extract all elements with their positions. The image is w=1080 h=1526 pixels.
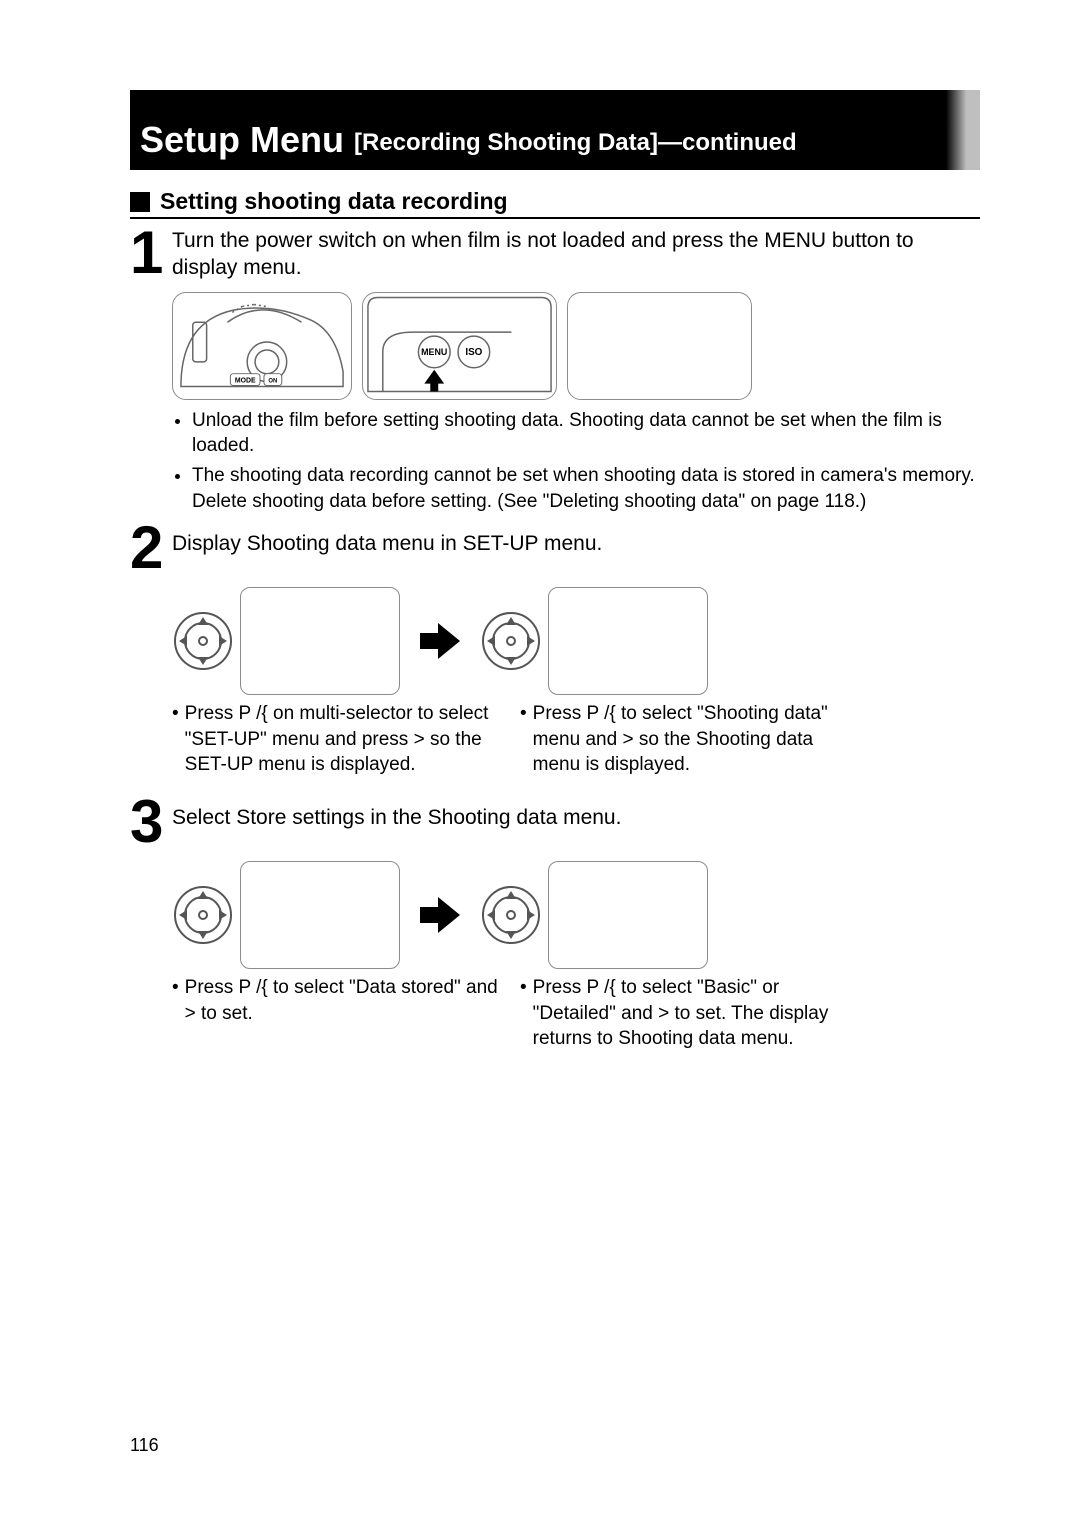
step-3-figure-row xyxy=(172,861,980,969)
step-1: 1 Turn the power switch on when film is … xyxy=(130,227,980,282)
step-2: 2 Display Shooting data menu in SET-UP m… xyxy=(130,522,980,573)
step-1-text: Turn the power switch on when film is no… xyxy=(172,227,980,282)
arrow-right-icon xyxy=(420,621,460,661)
step-1-note-2: The shooting data recording cannot be se… xyxy=(192,463,980,514)
step-2-figure-row xyxy=(172,587,980,695)
step-2-caption-right: Press P /{ to select "Shooting data" men… xyxy=(520,701,850,778)
step-2-text: Display Shooting data menu in SET-UP men… xyxy=(172,522,602,557)
step-3-caption-right-text: Press P /{ to select "Basic" or "Detaile… xyxy=(533,975,850,1052)
step-2-number: 2 xyxy=(130,522,172,573)
multi-selector-icon xyxy=(480,884,542,946)
title-main: Setup Menu xyxy=(140,122,344,158)
step-3-captions: Press P /{ to select "Data stored" and >… xyxy=(172,975,980,1052)
page-number: 116 xyxy=(130,1435,159,1456)
menu-button-label: MENU xyxy=(421,347,447,357)
on-label: ON xyxy=(268,378,277,384)
section-heading: Setting shooting data recording xyxy=(130,188,980,215)
step-2-caption-left-text: Press P /{ on multi-selector to select "… xyxy=(185,701,502,778)
square-bullet-icon xyxy=(130,192,150,212)
figure-lcd-basic-detailed xyxy=(548,861,708,969)
step-2-captions: Press P /{ on multi-selector to select "… xyxy=(172,701,980,778)
page: Setup Menu [Recording Shooting Data]—con… xyxy=(0,0,1080,1526)
figure-lcd-shooting-data-menu xyxy=(548,587,708,695)
multi-selector-icon xyxy=(172,610,234,672)
step-2-caption-right-text: Press P /{ to select "Shooting data" men… xyxy=(533,701,850,778)
multi-selector-icon xyxy=(480,610,542,672)
step-1-note-1: Unload the film before setting shooting … xyxy=(192,408,980,459)
step-1-number: 1 xyxy=(130,227,172,278)
figure-lcd-setup-menu xyxy=(240,587,400,695)
title-sub: [Recording Shooting Data]—continued xyxy=(354,130,797,156)
multi-selector-icon xyxy=(172,884,234,946)
section-heading-text: Setting shooting data recording xyxy=(160,188,508,215)
section-rule xyxy=(130,217,980,219)
step-1-notes: Unload the film before setting shooting … xyxy=(172,408,980,515)
step-3: 3 Select Store settings in the Shooting … xyxy=(130,796,980,847)
figure-lcd-data-stored xyxy=(240,861,400,969)
step-3-caption-left-text: Press P /{ to select "Data stored" and >… xyxy=(185,975,502,1026)
step-3-caption-right: Press P /{ to select "Basic" or "Detaile… xyxy=(520,975,850,1052)
step-3-number: 3 xyxy=(130,796,172,847)
arrow-right-icon xyxy=(420,895,460,935)
figure-camera-back-menu-iso: MENU ISO xyxy=(362,292,557,400)
step-1-figures: MODE ON MENU ISO xyxy=(172,292,980,400)
figure-camera-top: MODE ON xyxy=(172,292,352,400)
step-3-text: Select Store settings in the Shooting da… xyxy=(172,796,621,831)
figure-lcd-blank-1 xyxy=(567,292,752,400)
step-3-caption-left: Press P /{ to select "Data stored" and >… xyxy=(172,975,502,1052)
iso-button-label: ISO xyxy=(465,347,482,358)
step-2-caption-left: Press P /{ on multi-selector to select "… xyxy=(172,701,502,778)
title-bar: Setup Menu [Recording Shooting Data]—con… xyxy=(130,90,980,170)
up-arrow-icon xyxy=(424,369,444,383)
mode-label: MODE xyxy=(235,377,256,384)
